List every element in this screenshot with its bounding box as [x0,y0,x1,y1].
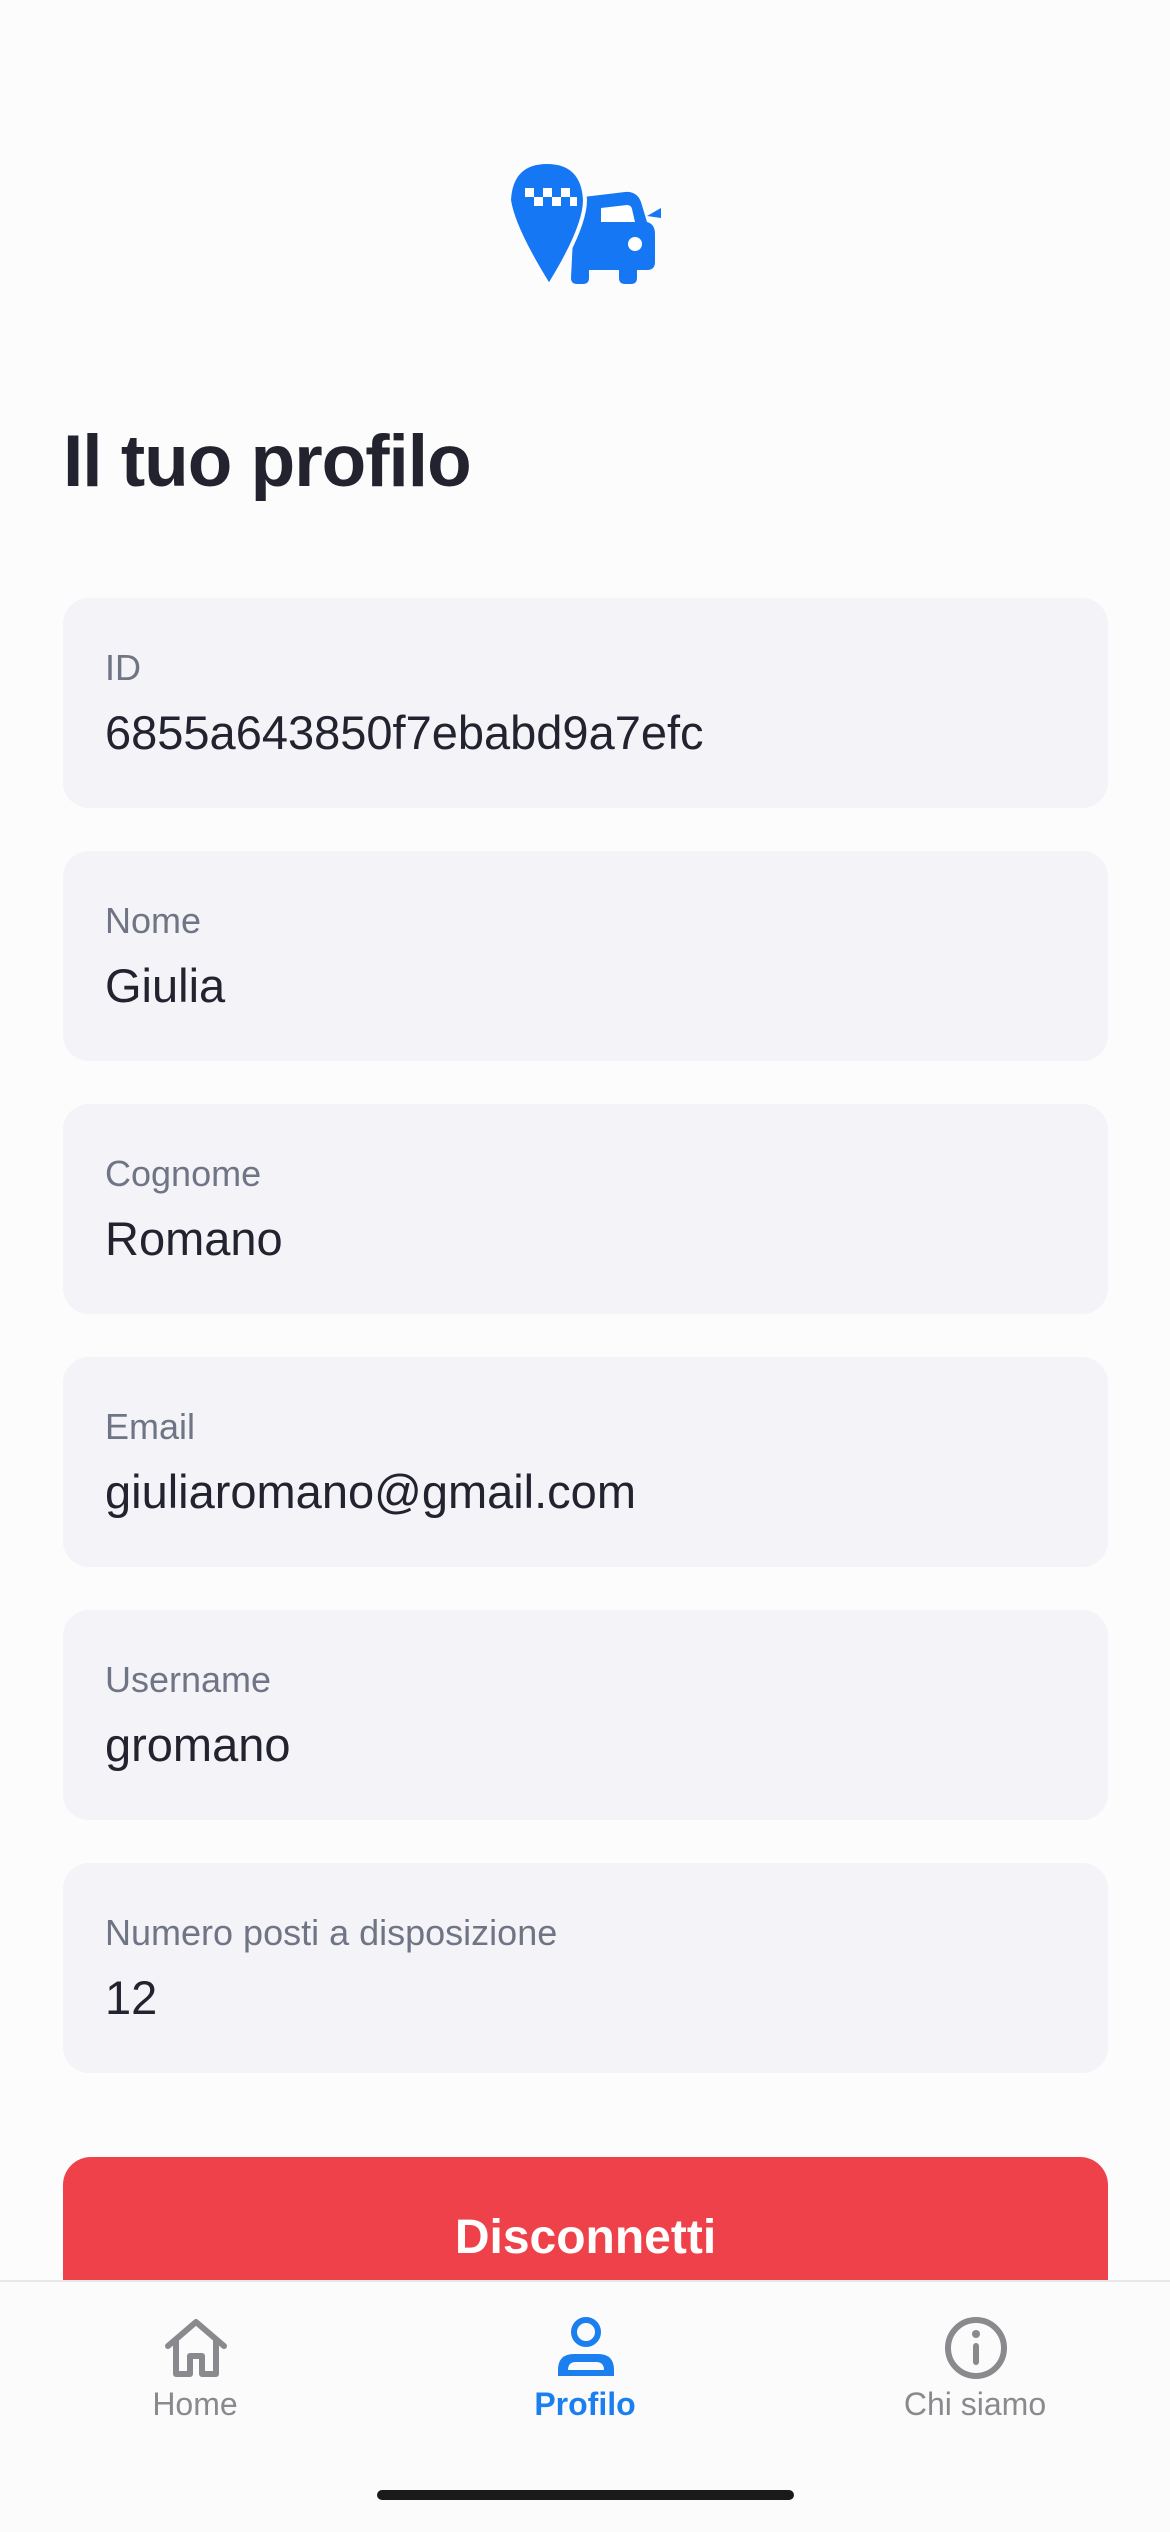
field-value: 6855a643850f7ebabd9a7efc [105,706,704,759]
field-email: Email giuliaromano@gmail.com [63,1357,1108,1567]
field-nome: Nome Giulia [63,851,1108,1061]
field-label: Cognome [105,1153,262,1194]
home-indicator [377,2490,794,2500]
field-label: Nome [105,900,202,941]
field-label: ID [105,647,141,688]
tab-label: Chi siamo [903,2386,1047,2422]
taxi-logo-icon [506,159,661,290]
field-value: 12 [105,1971,158,2024]
field-label: Numero posti a disposizione [105,1912,558,1953]
field-value: gromano [105,1718,291,1771]
tab-home[interactable]: Home [0,2282,390,2452]
home-icon [165,2319,227,2377]
field-cognome: Cognome Romano [63,1104,1108,1314]
tab-chi-siamo[interactable]: Chi siamo [780,2282,1170,2452]
info-icon [945,2317,1007,2379]
field-value: giuliaromano@gmail.com [105,1465,636,1518]
tab-label: Home [152,2386,238,2422]
field-id: ID 6855a643850f7ebabd9a7efc [63,598,1108,808]
tab-label: Profilo [534,2386,636,2422]
field-numero-posti: Numero posti a disposizione 12 [63,1863,1108,2073]
tab-profilo[interactable]: Profilo [390,2282,780,2452]
field-label: Email [105,1406,196,1447]
field-value: Giulia [105,959,226,1012]
page-title: Il tuo profilo [63,421,472,502]
field-label: Username [105,1659,272,1700]
profile-fields: ID 6855a643850f7ebabd9a7efc Nome Giulia … [63,598,1108,2116]
profile-screen: Il tuo profilo ID 6855a643850f7ebabd9a7e… [0,0,1170,2532]
person-icon [558,2317,614,2376]
field-username: Username gromano [63,1610,1108,1820]
field-value: Romano [105,1212,283,1265]
